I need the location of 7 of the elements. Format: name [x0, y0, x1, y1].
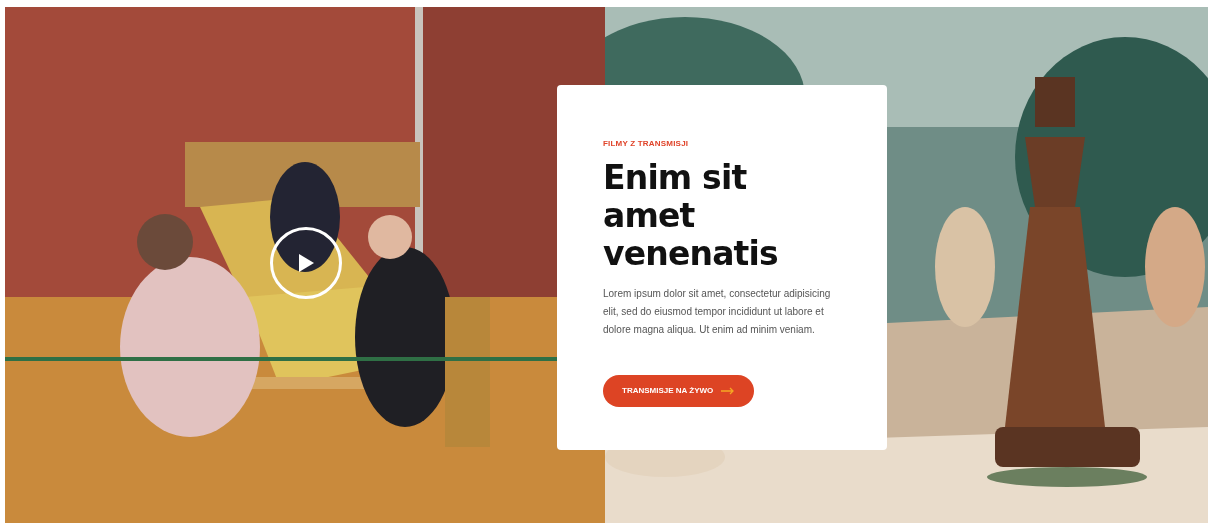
play-button[interactable] [270, 227, 342, 299]
card-body: Lorem ipsum dolor sit amet, consectetur adipisicing elit, sed do eiusmod tempor incididunt ut labore et dolore magna aliqua. Ut enim ad minim veniam. [603, 287, 832, 337]
play-icon [297, 253, 315, 273]
card-title: Enim sit amet venenatis [603, 159, 779, 273]
arrow-right-icon [721, 387, 736, 395]
eyebrow-label: FILMY Z TRANSMISJI [603, 138, 690, 150]
live-button[interactable]: TRANSMISJE NA ŻYWO [603, 375, 755, 407]
